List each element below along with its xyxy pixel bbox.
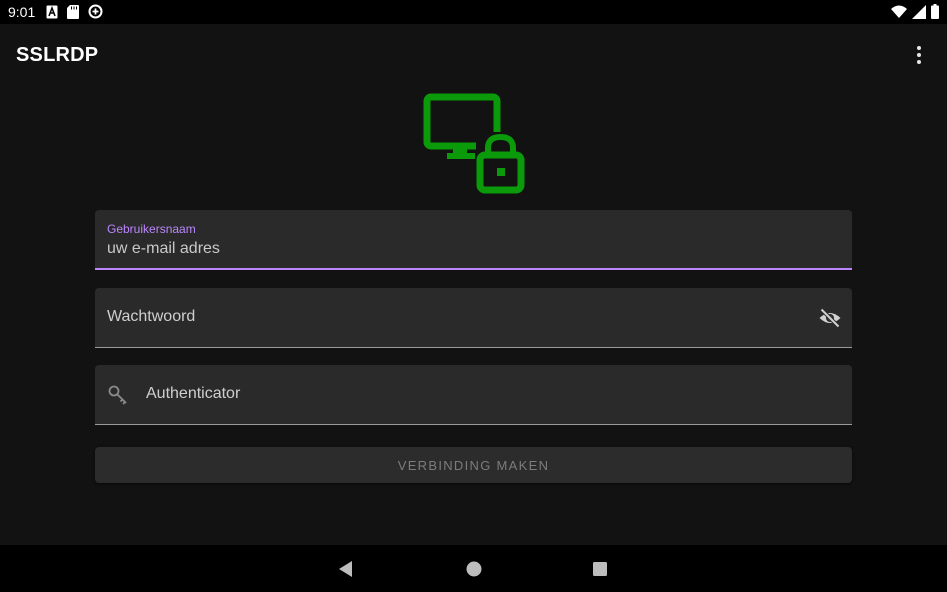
app-title: SSLRDP: [16, 44, 99, 66]
app-content: SSLRDP Gebruikersnaam uw e-mail adres Wa…: [0, 24, 947, 545]
connect-button[interactable]: VERBINDING MAKEN: [95, 447, 852, 483]
username-placeholder: uw e-mail adres: [107, 240, 220, 257]
navigation-bar: [0, 545, 947, 592]
back-icon[interactable]: [334, 557, 358, 581]
status-right-icons: [891, 4, 939, 19]
key-icon: [107, 383, 131, 407]
username-field[interactable]: Gebruikersnaam uw e-mail adres: [95, 210, 852, 270]
username-label: Gebruikersnaam: [107, 222, 196, 236]
battery-icon: [931, 4, 939, 19]
recents-icon[interactable]: [588, 557, 612, 581]
status-left-icons: [46, 4, 103, 19]
visibility-off-icon[interactable]: [818, 306, 842, 330]
font-a-icon: [46, 5, 58, 19]
more-vert-icon[interactable]: [909, 44, 929, 68]
status-bar: 9:01: [0, 0, 947, 24]
cell-signal-icon: [912, 4, 926, 19]
authenticator-label: Authenticator: [146, 385, 241, 402]
authenticator-field[interactable]: Authenticator: [95, 365, 852, 425]
connect-button-label: VERBINDING MAKEN: [397, 457, 550, 473]
monitor-lock-icon: [422, 92, 526, 194]
sd-card-icon: [67, 4, 79, 19]
status-time: 9:01: [8, 4, 36, 20]
home-icon[interactable]: [462, 557, 486, 581]
wifi-icon: [891, 5, 907, 19]
password-field[interactable]: Wachtwoord: [95, 288, 852, 348]
password-label: Wachtwoord: [107, 308, 196, 325]
data-saver-icon: [88, 4, 103, 19]
screen: 9:01 SSLRDP Gebruikersnaam uw e-mail adr…: [0, 0, 947, 592]
